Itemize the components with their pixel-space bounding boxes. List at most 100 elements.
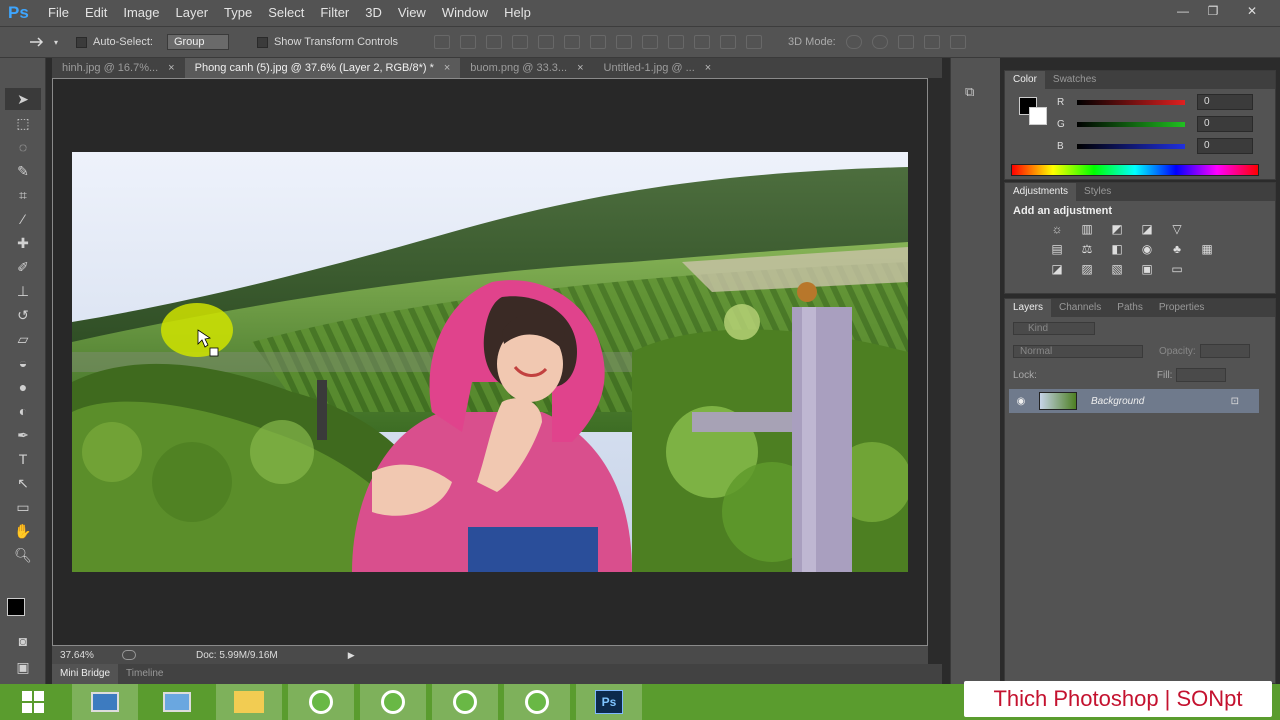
exposure-icon[interactable]: ◪ [1137, 221, 1157, 237]
taskbar-computer[interactable] [72, 684, 138, 720]
tab-document[interactable]: Untitled-1.jpg @ ... × [594, 58, 722, 78]
curves-icon[interactable]: ◩ [1107, 221, 1127, 237]
taskbar-coreldraw-4[interactable] [504, 684, 570, 720]
quick-select-tool-icon[interactable]: ✎ [5, 160, 41, 182]
type-tool-icon[interactable]: T [5, 448, 41, 470]
tab-close-icon[interactable]: × [444, 58, 450, 78]
align-top-icon[interactable] [434, 35, 451, 49]
taskbar-coreldraw-3[interactable] [432, 684, 498, 720]
hand-tool-icon[interactable]: ✋ [5, 520, 41, 542]
distribute-bottom-icon[interactable] [642, 35, 659, 49]
foreground-color-swatch[interactable] [7, 598, 25, 616]
menu-3d[interactable]: 3D [357, 0, 390, 26]
tab-document[interactable]: hinh.jpg @ 16.7%... × [52, 58, 185, 78]
menu-layer[interactable]: Layer [168, 0, 217, 26]
tab-timeline[interactable]: Timeline [118, 664, 171, 684]
align-hcenter-icon[interactable] [538, 35, 555, 49]
selective-color-icon[interactable]: ▣ [1137, 261, 1157, 277]
taskbar-coreldraw-2[interactable] [360, 684, 426, 720]
eraser-tool-icon[interactable]: ▱ [5, 328, 41, 350]
color-balance-icon[interactable]: ⚖ [1077, 241, 1097, 257]
tab-styles[interactable]: Styles [1076, 183, 1119, 201]
close-button[interactable]: ✕ [1230, 2, 1274, 20]
taskbar-control-panel[interactable] [144, 684, 210, 720]
blue-value-input[interactable]: 0 [1197, 138, 1253, 154]
shape-tool-icon[interactable]: ▭ [5, 496, 41, 518]
distribute-left-icon[interactable] [668, 35, 685, 49]
crop-tool-icon[interactable]: ⌗ [5, 184, 41, 206]
layer-filter-kind[interactable]: Kind [1013, 321, 1095, 335]
menu-select[interactable]: Select [260, 0, 312, 26]
blue-slider[interactable] [1077, 143, 1185, 149]
tab-close-icon[interactable]: × [705, 58, 711, 78]
eyedropper-tool-icon[interactable]: ⁄ [5, 208, 41, 230]
align-bottom-icon[interactable] [486, 35, 503, 49]
threshold-icon[interactable]: ▧ [1107, 261, 1127, 277]
brightness-contrast-icon[interactable]: ☼ [1047, 221, 1067, 237]
quick-mask-icon[interactable]: ◙ [5, 630, 41, 652]
clone-stamp-icon[interactable]: ⊥ [5, 280, 41, 302]
invert-icon[interactable]: ◪ [1047, 261, 1067, 277]
align-left-icon[interactable] [512, 35, 529, 49]
visibility-eye-icon[interactable]: ◉ [1009, 396, 1033, 407]
auto-select-dropdown[interactable]: Group [166, 34, 229, 50]
align-right-icon[interactable] [564, 35, 581, 49]
path-select-icon[interactable]: ↖ [5, 472, 41, 494]
layer-row-background[interactable]: ◉ Background ⊡ [1009, 389, 1259, 413]
green-slider[interactable] [1077, 121, 1185, 127]
move-tool-preset[interactable]: ▾ [28, 35, 58, 49]
show-transform-checkbox[interactable] [256, 36, 268, 48]
menu-image[interactable]: Image [115, 0, 167, 26]
posterize-icon[interactable]: ▨ [1077, 261, 1097, 277]
fill-input[interactable] [1176, 368, 1227, 382]
distribute-right-icon[interactable] [720, 35, 737, 49]
dodge-tool-icon[interactable]: ◐ [5, 400, 41, 422]
opacity-input[interactable] [1199, 344, 1250, 358]
brush-tool-icon[interactable]: ✐ [5, 256, 41, 278]
3d-roll-icon[interactable] [871, 35, 888, 49]
healing-brush-icon[interactable]: ✚ [5, 232, 41, 254]
menu-file[interactable]: File [40, 0, 77, 26]
3d-slide-icon[interactable] [923, 35, 940, 49]
menu-window[interactable]: Window [434, 0, 496, 26]
tab-adjustments[interactable]: Adjustments [1005, 183, 1077, 201]
tab-document[interactable]: buom.png @ 33.3... × [460, 58, 593, 78]
screen-mode-icon[interactable]: ▣ [5, 656, 41, 678]
align-vcenter-icon[interactable] [460, 35, 477, 49]
tab-swatches[interactable]: Swatches [1045, 71, 1104, 89]
3d-drag-icon[interactable] [897, 35, 914, 49]
tab-layers[interactable]: Layers [1005, 299, 1052, 317]
auto-align-icon[interactable] [746, 35, 763, 49]
blur-tool-icon[interactable]: ● [5, 376, 41, 398]
distribute-vcenter-icon[interactable] [616, 35, 633, 49]
tab-paths[interactable]: Paths [1109, 299, 1151, 317]
distribute-hcenter-icon[interactable] [694, 35, 711, 49]
paint-bucket-icon[interactable]: ◒ [5, 352, 41, 374]
gradient-map-icon[interactable]: ▭ [1167, 261, 1187, 277]
levels-icon[interactable]: ▥ [1077, 221, 1097, 237]
black-white-icon[interactable]: ◧ [1107, 241, 1127, 257]
pen-tool-icon[interactable]: ✒ [5, 424, 41, 446]
hue-saturation-icon[interactable]: ▤ [1047, 241, 1067, 257]
tab-document-active[interactable]: Phong canh (5).jpg @ 37.6% (Layer 2, RGB… [184, 58, 461, 78]
document-image[interactable] [72, 152, 908, 572]
color-spectrum-ramp[interactable] [1011, 164, 1259, 176]
taskbar-photoshop[interactable]: Ps [576, 684, 642, 720]
green-value-input[interactable]: 0 [1197, 116, 1253, 132]
red-slider[interactable] [1077, 99, 1185, 105]
red-value-input[interactable]: 0 [1197, 94, 1253, 110]
photo-filter-icon[interactable]: ◉ [1137, 241, 1157, 257]
minimize-button[interactable]: — [1170, 2, 1196, 20]
menu-edit[interactable]: Edit [77, 0, 115, 26]
tab-mini-bridge[interactable]: Mini Bridge [52, 664, 119, 684]
move-tool-icon[interactable]: ➤ [5, 88, 41, 110]
3d-rotate-icon[interactable] [845, 35, 862, 49]
blend-mode-select[interactable]: Normal [1013, 344, 1143, 358]
history-brush-icon[interactable]: ↺ [5, 304, 41, 326]
zoom-level[interactable]: 37.64% [60, 650, 116, 661]
tab-channels[interactable]: Channels [1051, 299, 1109, 317]
taskbar-file-explorer[interactable] [216, 684, 282, 720]
color-lookup-icon[interactable]: ▦ [1197, 241, 1217, 257]
distribute-top-icon[interactable] [590, 35, 607, 49]
tab-close-icon[interactable]: × [168, 58, 174, 78]
